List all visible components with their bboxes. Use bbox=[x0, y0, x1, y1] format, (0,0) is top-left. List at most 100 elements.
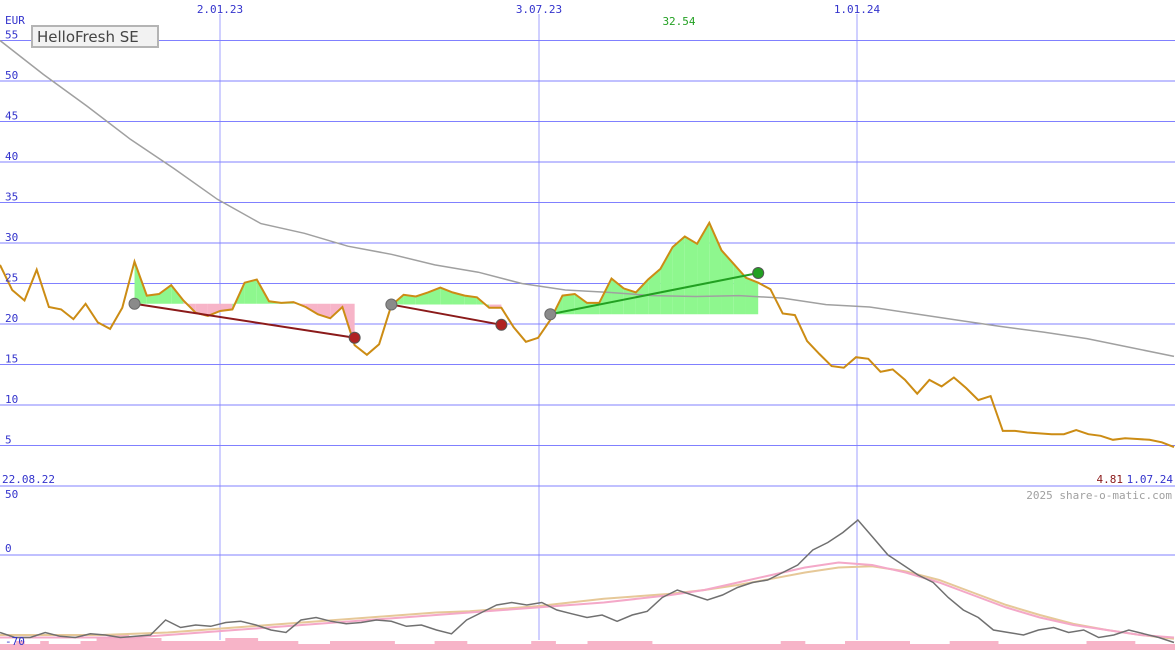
volume-bar bbox=[957, 641, 967, 650]
volume-bar bbox=[426, 644, 436, 650]
volume-bar bbox=[313, 644, 323, 650]
volume-bar bbox=[587, 641, 597, 650]
volume-bar bbox=[265, 641, 275, 650]
volume-bar bbox=[1054, 644, 1063, 650]
volume-bar bbox=[1167, 644, 1175, 650]
price-tick-label: 35 bbox=[5, 191, 18, 204]
volume-bar bbox=[1070, 644, 1079, 650]
price-tick-label: 20 bbox=[5, 312, 18, 325]
price-line bbox=[0, 220, 1175, 449]
volume-bar bbox=[571, 644, 580, 650]
volume-bar bbox=[539, 641, 548, 650]
grid-layer bbox=[0, 14, 1175, 640]
volume-bar bbox=[780, 641, 790, 650]
volume-bar bbox=[764, 644, 774, 650]
price-line-layer bbox=[0, 220, 1175, 449]
buy-marker bbox=[128, 297, 141, 310]
stock-chart: EUR 22.08.22 1.07.24 4.81 32.54 2025 sha… bbox=[0, 3, 1175, 650]
volume-bar bbox=[724, 644, 733, 650]
price-tick-label: 40 bbox=[5, 150, 18, 163]
volume-bar bbox=[732, 644, 741, 650]
osc-tick-label: 0 bbox=[5, 542, 12, 555]
volume-bar bbox=[185, 641, 194, 650]
buy-marker bbox=[544, 308, 557, 321]
volume-bar bbox=[128, 638, 138, 650]
volume-bar bbox=[515, 644, 524, 650]
volume-bar bbox=[410, 644, 419, 650]
volume-bar bbox=[217, 641, 226, 650]
volume-bar bbox=[297, 644, 307, 650]
volume-bar bbox=[1006, 644, 1015, 650]
volume-bar bbox=[1158, 644, 1168, 650]
volume-bar bbox=[893, 641, 902, 650]
volume-bar bbox=[225, 638, 234, 650]
volume-bar bbox=[901, 641, 910, 650]
volume-bar bbox=[909, 644, 918, 650]
volume-bar bbox=[965, 641, 975, 650]
volume-bar bbox=[48, 644, 57, 650]
volume-bar bbox=[193, 641, 202, 650]
volume-bar bbox=[466, 644, 476, 650]
volume-bar bbox=[716, 644, 725, 650]
osc-signal-2-line bbox=[0, 565, 1175, 640]
volume-bar bbox=[635, 641, 645, 650]
volume-bar bbox=[828, 644, 838, 650]
price-tick-label: 30 bbox=[5, 231, 18, 244]
volume-bar bbox=[659, 644, 669, 650]
volume-bar bbox=[201, 641, 210, 650]
volume-bar bbox=[1046, 644, 1055, 650]
last-value-label: 4.81 bbox=[1097, 473, 1124, 486]
volume-bar bbox=[1022, 644, 1031, 650]
volume-bar bbox=[482, 644, 492, 650]
volume-bar bbox=[1078, 644, 1087, 650]
volume-bar bbox=[1142, 644, 1152, 650]
volume-bar bbox=[981, 641, 991, 650]
volume-bar bbox=[796, 641, 806, 650]
volume-bar bbox=[144, 638, 154, 650]
volume-bar bbox=[925, 644, 935, 650]
volume-bar bbox=[740, 644, 749, 650]
volume-bar bbox=[305, 644, 315, 650]
volume-bar bbox=[989, 641, 999, 650]
gain-fill bbox=[574, 294, 587, 315]
volume-bar bbox=[507, 644, 516, 650]
volume-bar bbox=[1126, 641, 1136, 650]
volume-bar bbox=[756, 644, 766, 650]
volume-bar bbox=[877, 641, 886, 650]
price-tick-label: 50 bbox=[5, 69, 18, 82]
volume-bar bbox=[136, 638, 146, 650]
volume-bar bbox=[169, 641, 178, 650]
volume-bar bbox=[1038, 644, 1047, 650]
volume-bar bbox=[973, 641, 983, 650]
volume-bar bbox=[772, 644, 782, 650]
gain-fill bbox=[721, 250, 734, 315]
volume-bar bbox=[1014, 644, 1023, 650]
end-date-label: 1.07.24 bbox=[1127, 473, 1174, 486]
volume-bar bbox=[321, 644, 331, 650]
volume-bar bbox=[24, 644, 33, 650]
volume-bar bbox=[563, 644, 572, 650]
volume-bar bbox=[1118, 641, 1128, 650]
oscillator-layer bbox=[0, 518, 1175, 650]
volume-bar bbox=[997, 644, 1007, 650]
volume-bar bbox=[1094, 641, 1104, 650]
osc-tick-label: -70 bbox=[5, 635, 25, 648]
volume-bar bbox=[531, 641, 540, 650]
volume-bar bbox=[104, 638, 114, 650]
price-tick-label: 25 bbox=[5, 272, 18, 285]
volume-bar bbox=[523, 644, 532, 650]
volume-bar bbox=[812, 644, 822, 650]
chart-title: HelloFresh SE bbox=[37, 28, 139, 46]
volume-bar bbox=[804, 644, 814, 650]
volume-bar bbox=[450, 641, 460, 650]
volume-bar bbox=[1110, 641, 1120, 650]
volume-bar bbox=[241, 638, 250, 650]
volume-bar bbox=[820, 644, 830, 650]
volume-bar bbox=[32, 644, 41, 650]
volume-bar bbox=[627, 641, 637, 650]
volume-bar bbox=[96, 638, 106, 650]
copyright-label: 2025 share-o-matic.com bbox=[1026, 489, 1172, 502]
volume-bar bbox=[643, 641, 653, 650]
date-tick-label: 2.01.23 bbox=[197, 3, 243, 16]
start-date-label: 22.08.22 bbox=[2, 473, 55, 486]
